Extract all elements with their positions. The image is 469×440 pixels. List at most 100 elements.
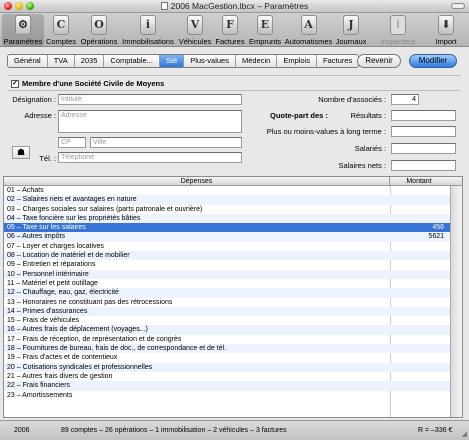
table-row[interactable]: 17 – Frais de réception, de représentati… [4, 335, 450, 344]
tab-ste[interactable]: Sté [159, 55, 185, 67]
table-row[interactable]: 15 – Frais de véhicules [4, 316, 450, 325]
toolbar-journaux[interactable]: J Journaux [334, 14, 368, 46]
cp-field[interactable]: CP [58, 137, 86, 148]
table-row[interactable]: 09 – Entretien et réparations [4, 260, 450, 269]
tab-plus-values[interactable]: Plus-values [184, 55, 236, 67]
toolbar-emprunts[interactable]: E Emprunts [247, 14, 283, 46]
depense-label: 10 – Personnel intérimaire [7, 270, 89, 278]
toolbar-import[interactable]: ⬇ Import [430, 14, 462, 46]
tab-2035[interactable]: 2035 [75, 55, 105, 67]
column-header-montant[interactable]: Montant [391, 177, 447, 186]
plus-moins-values-label: Plus ou moins-values à long terme : [266, 127, 386, 136]
tabs-bar: Général TVA 2035 Comptable... Sté Plus-v… [0, 48, 469, 74]
comptes-icon: C [53, 15, 69, 35]
column-header-depenses[interactable]: Dépenses [4, 177, 390, 186]
resize-grip-icon[interactable]: ◢ [462, 430, 467, 438]
scm-checkbox[interactable]: ✓ [11, 80, 19, 88]
associes-field[interactable]: 4 [391, 94, 419, 105]
tab-comptable[interactable]: Comptable... [104, 55, 160, 67]
automatismes-icon: A [300, 15, 317, 35]
tab-medecin[interactable]: Médecin [236, 55, 278, 67]
title-bar: 2006 MacGestion.lbcx – Paramètres [0, 0, 469, 13]
depense-label: 16 – Autres frais de déplacement (voyage… [7, 326, 148, 334]
toolbar-toggle-button[interactable] [451, 3, 465, 9]
table-row[interactable]: 03 – Charges sociales sur salaires (part… [4, 205, 450, 214]
toolbar-inspecteur[interactable]: i Inspecteur [378, 14, 418, 46]
toolbar-immobilisations[interactable]: i Immobilisations [120, 14, 176, 46]
contact-person-icon[interactable]: ☗ [12, 146, 30, 159]
tab-factures[interactable]: Factures [317, 55, 358, 67]
table-row[interactable]: 12 – Chauffage, eau, gaz, électricité [4, 288, 450, 298]
tel-label: Tél. : [39, 154, 56, 163]
toolbar-vehicules[interactable]: V Véhicules [177, 14, 213, 46]
divider [8, 75, 461, 76]
immobilisations-icon: i [140, 15, 156, 35]
toolbar-operations[interactable]: O Opérations [79, 14, 119, 46]
toolbar-comptes[interactable]: C Comptes [45, 14, 77, 46]
settings-icon: ⚙ [15, 15, 31, 35]
table-row[interactable]: 18 – Fournitures de bureau, frais de doc… [4, 344, 450, 354]
table-row[interactable]: 05 – Taxe sur les salaires 456 [4, 223, 450, 233]
depense-label: 02 – Salaires nets et avantages en natur… [7, 196, 137, 204]
depense-label: 21 – Autres frais divers de gestion [7, 372, 113, 380]
toolbar-parametres[interactable]: ⚙ Paramètres [2, 14, 44, 46]
salaries-field[interactable] [391, 143, 456, 154]
telephone-field[interactable]: Téléphone [58, 152, 242, 163]
tab-general[interactable]: Général [8, 55, 48, 67]
depense-label: 07 – Loyer et charges locatives [7, 242, 104, 250]
status-result: R = –336 € [418, 427, 453, 434]
designation-field[interactable]: Intitulé [58, 94, 242, 105]
toolbar-automatismes[interactable]: A Automatismes [284, 14, 333, 46]
table-row[interactable]: 19 – Frais d'actes et de contentieux [4, 353, 450, 362]
table-row[interactable]: 04 – Taxe foncière sur les propriétés bâ… [4, 213, 450, 224]
table-row[interactable]: 16 – Autres frais de déplacement (voyage… [4, 325, 450, 335]
designation-label: Désignation : [12, 95, 56, 104]
vertical-scrollbar[interactable] [450, 186, 462, 417]
table-row[interactable]: 01 – Achats [4, 186, 450, 195]
resultats-field[interactable] [391, 110, 456, 121]
table-row[interactable]: 22 – Frais financiers [4, 381, 450, 391]
table-row[interactable]: 23 – Amortissements [4, 391, 450, 400]
journaux-icon: J [343, 15, 359, 35]
resultats-label: Résultats : [350, 111, 386, 120]
depense-label: 05 – Taxe sur les salaires [7, 224, 86, 232]
table-row[interactable]: 13 – Honoraires ne constituant pas des r… [4, 298, 450, 307]
modifier-button[interactable]: Modifier [409, 54, 457, 68]
table-body: 01 – Achats 02 – Salaires nets et avantag… [4, 186, 450, 400]
vehicules-icon: V [187, 15, 203, 35]
associes-label: Nombre d'associés : [318, 95, 386, 104]
table-row[interactable]: 06 – Autres impôts 5621 [4, 232, 450, 242]
depense-label: 01 – Achats [7, 187, 44, 194]
table-row[interactable]: 08 – Location de matériel et de mobilier [4, 251, 450, 261]
app-window: 2006 MacGestion.lbcx – Paramètres ⚙ Param… [0, 0, 469, 440]
table-row[interactable]: 10 – Personnel intérimaire [4, 269, 450, 279]
status-year: 2006 [14, 427, 30, 434]
adresse-field[interactable]: Adresse [58, 110, 242, 133]
salaires-nets-field[interactable] [391, 160, 456, 171]
depense-label: 11 – Matériel et petit outillage [7, 279, 98, 287]
table-row[interactable]: 11 – Matériel et petit outillage [4, 279, 450, 288]
revenir-button[interactable]: Revenir [357, 54, 401, 68]
table-row[interactable]: 02 – Salaires nets et avantages en natur… [4, 195, 450, 205]
table-row[interactable]: 21 – Autres frais divers de gestion [4, 372, 450, 381]
table-row[interactable]: 20 – Cotisations syndicales et professio… [4, 362, 450, 372]
table-row[interactable]: 14 – Primes d'assurances [4, 306, 450, 317]
ville-field[interactable]: Ville [90, 137, 242, 148]
plus-moins-values-field[interactable] [391, 126, 456, 137]
table-row[interactable]: 07 – Loyer et charges locatives [4, 242, 450, 251]
settings-tabs: Général TVA 2035 Comptable... Sté Plus-v… [7, 54, 360, 68]
factures-icon: F [222, 15, 238, 35]
tab-emplois[interactable]: Emplois [277, 55, 318, 67]
depense-label: 12 – Chauffage, eau, gaz, électricité [7, 289, 119, 297]
depenses-table: Dépenses Montant 01 – Achats 02 – Salaire… [3, 176, 463, 418]
depense-label: 04 – Taxe foncière sur les propriétés bâ… [7, 214, 141, 222]
toolbar-factures[interactable]: F Factures [214, 14, 246, 46]
emprunts-icon: E [257, 15, 273, 35]
depense-label: 14 – Primes d'assurances [7, 307, 88, 315]
table-header: Dépenses Montant [4, 177, 462, 186]
depense-label: 20 – Cotisations syndicales et professio… [7, 363, 153, 371]
tab-tva[interactable]: TVA [48, 55, 75, 67]
montant-value: 456 [432, 224, 444, 232]
status-bar: 2006 89 comptes – 26 opérations – 1 immo… [0, 420, 469, 440]
toolbar: ⚙ Paramètres C Comptes O Opérations i Immobi… [0, 13, 469, 47]
